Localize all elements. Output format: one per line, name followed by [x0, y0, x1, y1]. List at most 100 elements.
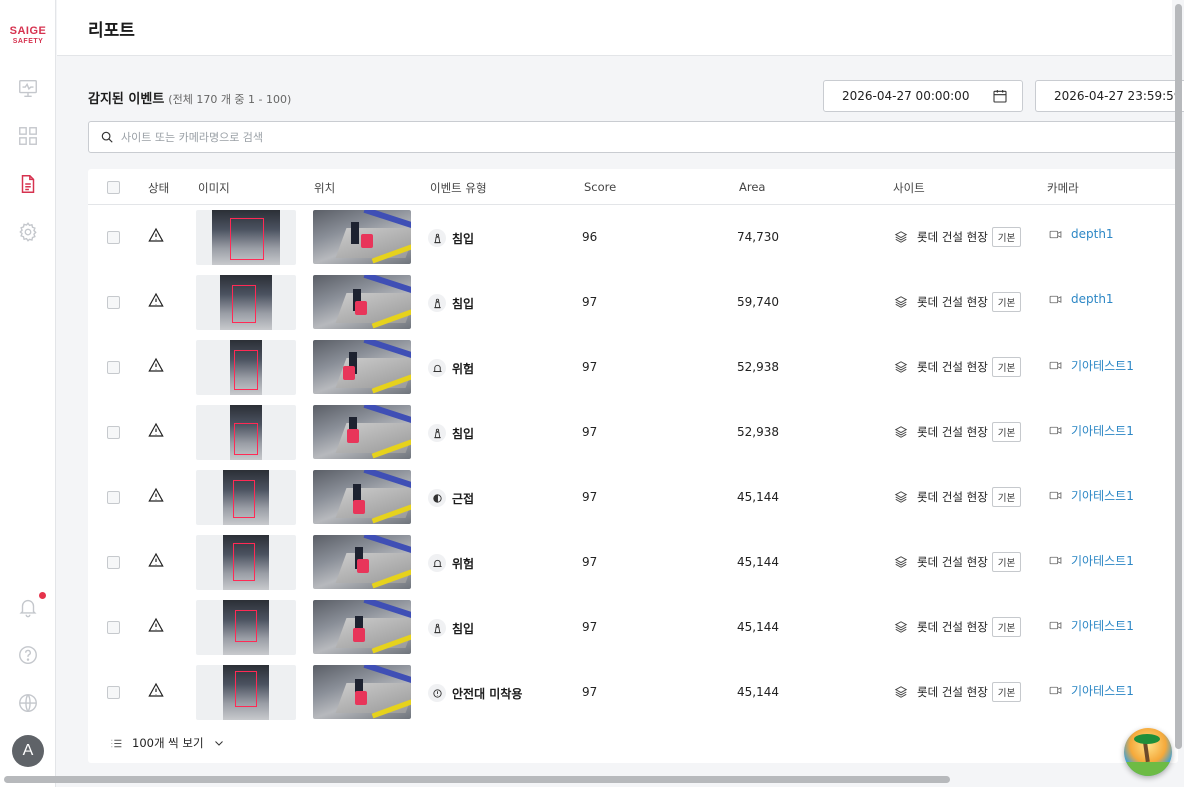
- camera-link[interactable]: 기아테스트1: [1048, 617, 1134, 634]
- bounding-box: [234, 350, 258, 390]
- logo[interactable]: SAIGE SAFETY: [0, 26, 56, 46]
- end-date-value: 2026-04-27 23:59:59: [1054, 89, 1182, 103]
- row-checkbox[interactable]: [107, 556, 120, 569]
- header-status[interactable]: 상태: [148, 180, 169, 196]
- camera-link[interactable]: depth1: [1048, 292, 1114, 306]
- header-image[interactable]: 이미지: [198, 180, 230, 196]
- table-row[interactable]: 안전대 미착용 97 45,144 롯데 건설 현장 기본 기아테스트1: [88, 660, 1178, 725]
- row-checkbox[interactable]: [107, 686, 120, 699]
- camera-link[interactable]: 기아테스트1: [1048, 487, 1134, 504]
- row-checkbox[interactable]: [107, 361, 120, 374]
- row-checkbox[interactable]: [107, 621, 120, 634]
- location-image[interactable]: [313, 340, 411, 394]
- camera-name: 기아테스트1: [1071, 684, 1134, 698]
- end-date-picker[interactable]: 2026-04-27 23:59:59: [1035, 80, 1184, 112]
- globe-icon[interactable]: [16, 691, 40, 715]
- page-size-selector[interactable]: 100개 씩 보기: [110, 735, 234, 751]
- location-image[interactable]: [313, 470, 411, 524]
- camera-name: 기아테스트1: [1071, 424, 1134, 438]
- fab-ground: [1124, 762, 1172, 776]
- gear-icon[interactable]: [16, 220, 40, 244]
- camera-link[interactable]: 기아테스트1: [1048, 682, 1134, 699]
- warning-icon: [148, 357, 164, 377]
- location-marker: [357, 559, 369, 573]
- table-row[interactable]: 위험 97 45,144 롯데 건설 현장 기본 기아테스트1: [88, 530, 1178, 595]
- score-value: 97: [582, 295, 598, 309]
- header-event-type[interactable]: 이벤트 유형: [430, 180, 487, 196]
- vertical-scrollbar[interactable]: [1175, 4, 1182, 749]
- event-snapshot-image[interactable]: [196, 340, 296, 395]
- warning-icon: [148, 617, 164, 637]
- row-checkbox[interactable]: [107, 491, 120, 504]
- area-value: 45,144: [737, 555, 779, 569]
- table-row[interactable]: 침입 96 74,730 롯데 건설 현장 기본 depth1: [88, 205, 1178, 270]
- table-row[interactable]: 근접 97 45,144 롯데 건설 현장 기본 기아테스트1: [88, 465, 1178, 530]
- location-image[interactable]: [313, 665, 411, 719]
- person-crop: [212, 210, 280, 265]
- monitor-icon[interactable]: [16, 76, 40, 100]
- layers-icon: [894, 296, 908, 308]
- camera-link[interactable]: 기아테스트1: [1048, 552, 1134, 569]
- logo-top-text: SAIGE: [9, 25, 47, 37]
- avatar[interactable]: A: [12, 735, 44, 767]
- layers-icon: [894, 426, 908, 438]
- header-area[interactable]: Area: [739, 180, 765, 194]
- event-snapshot-image[interactable]: [196, 665, 296, 720]
- row-checkbox[interactable]: [107, 231, 120, 244]
- camera-name: 기아테스트1: [1071, 359, 1134, 373]
- horizontal-scrollbar-thumb[interactable]: [4, 776, 950, 783]
- header-site[interactable]: 사이트: [893, 180, 925, 196]
- location-marker: [343, 366, 355, 380]
- bounding-box: [233, 543, 255, 581]
- header-location[interactable]: 위치: [314, 180, 335, 196]
- event-type: 위험: [428, 359, 474, 377]
- event-snapshot-image[interactable]: [196, 405, 296, 460]
- event-type-label: 위험: [452, 361, 475, 376]
- event-snapshot-image[interactable]: [196, 470, 296, 525]
- row-checkbox[interactable]: [107, 296, 120, 309]
- header-score[interactable]: Score: [584, 180, 616, 194]
- camera-link[interactable]: depth1: [1048, 227, 1114, 241]
- start-date-picker[interactable]: 2026-04-27 00:00:00: [823, 80, 1023, 112]
- camera-name: 기아테스트1: [1071, 619, 1134, 633]
- event-snapshot-image[interactable]: [196, 275, 296, 330]
- event-snapshot-image[interactable]: [196, 600, 296, 655]
- site-name: 롯데 건설 현장: [917, 685, 988, 699]
- help-icon[interactable]: [16, 643, 40, 667]
- layers-icon: [894, 361, 908, 373]
- score-value: 97: [582, 360, 598, 374]
- table-row[interactable]: 위험 97 52,938 롯데 건설 현장 기본 기아테스트1: [88, 335, 1178, 400]
- site-cell: 롯데 건설 현장 기본: [894, 487, 1022, 507]
- header-camera[interactable]: 카메라: [1047, 180, 1079, 196]
- document-icon[interactable]: [16, 172, 40, 196]
- table-row[interactable]: 침입 97 45,144 롯데 건설 현장 기본 기아테스트1: [88, 595, 1178, 660]
- warning-icon: [148, 682, 164, 702]
- person-crop: [223, 600, 269, 655]
- table-row[interactable]: 침입 97 52,938 롯데 건설 현장 기본 기아테스트1: [88, 400, 1178, 465]
- select-all-checkbox[interactable]: [107, 181, 120, 194]
- bell-icon[interactable]: [16, 592, 46, 619]
- warning-icon: [148, 292, 164, 312]
- table-header: 상태 이미지 위치 이벤트 유형 Score Area 사이트 카메라: [88, 169, 1178, 205]
- assistant-button[interactable]: [1124, 728, 1172, 776]
- notification-badge: [39, 592, 46, 599]
- warning-icon: [148, 487, 164, 507]
- location-image[interactable]: [313, 600, 411, 654]
- camera-link[interactable]: 기아테스트1: [1048, 422, 1134, 439]
- location-image[interactable]: [313, 535, 411, 589]
- site-name: 롯데 건설 현장: [917, 295, 988, 309]
- event-snapshot-image[interactable]: [196, 535, 296, 590]
- table-row[interactable]: 침입 97 59,740 롯데 건설 현장 기본 depth1: [88, 270, 1178, 335]
- horizontal-scrollbar[interactable]: [0, 774, 1184, 787]
- grid-icon[interactable]: [16, 124, 40, 148]
- search-input[interactable]: [121, 122, 1021, 152]
- chevron-down-icon: [214, 741, 223, 746]
- location-image[interactable]: [313, 275, 411, 329]
- location-image[interactable]: [313, 405, 411, 459]
- event-snapshot-image[interactable]: [196, 210, 296, 265]
- location-image[interactable]: [313, 210, 411, 264]
- event-type-label: 침입: [452, 426, 475, 441]
- row-checkbox[interactable]: [107, 426, 120, 439]
- camera-name: depth1: [1071, 227, 1114, 241]
- camera-link[interactable]: 기아테스트1: [1048, 357, 1134, 374]
